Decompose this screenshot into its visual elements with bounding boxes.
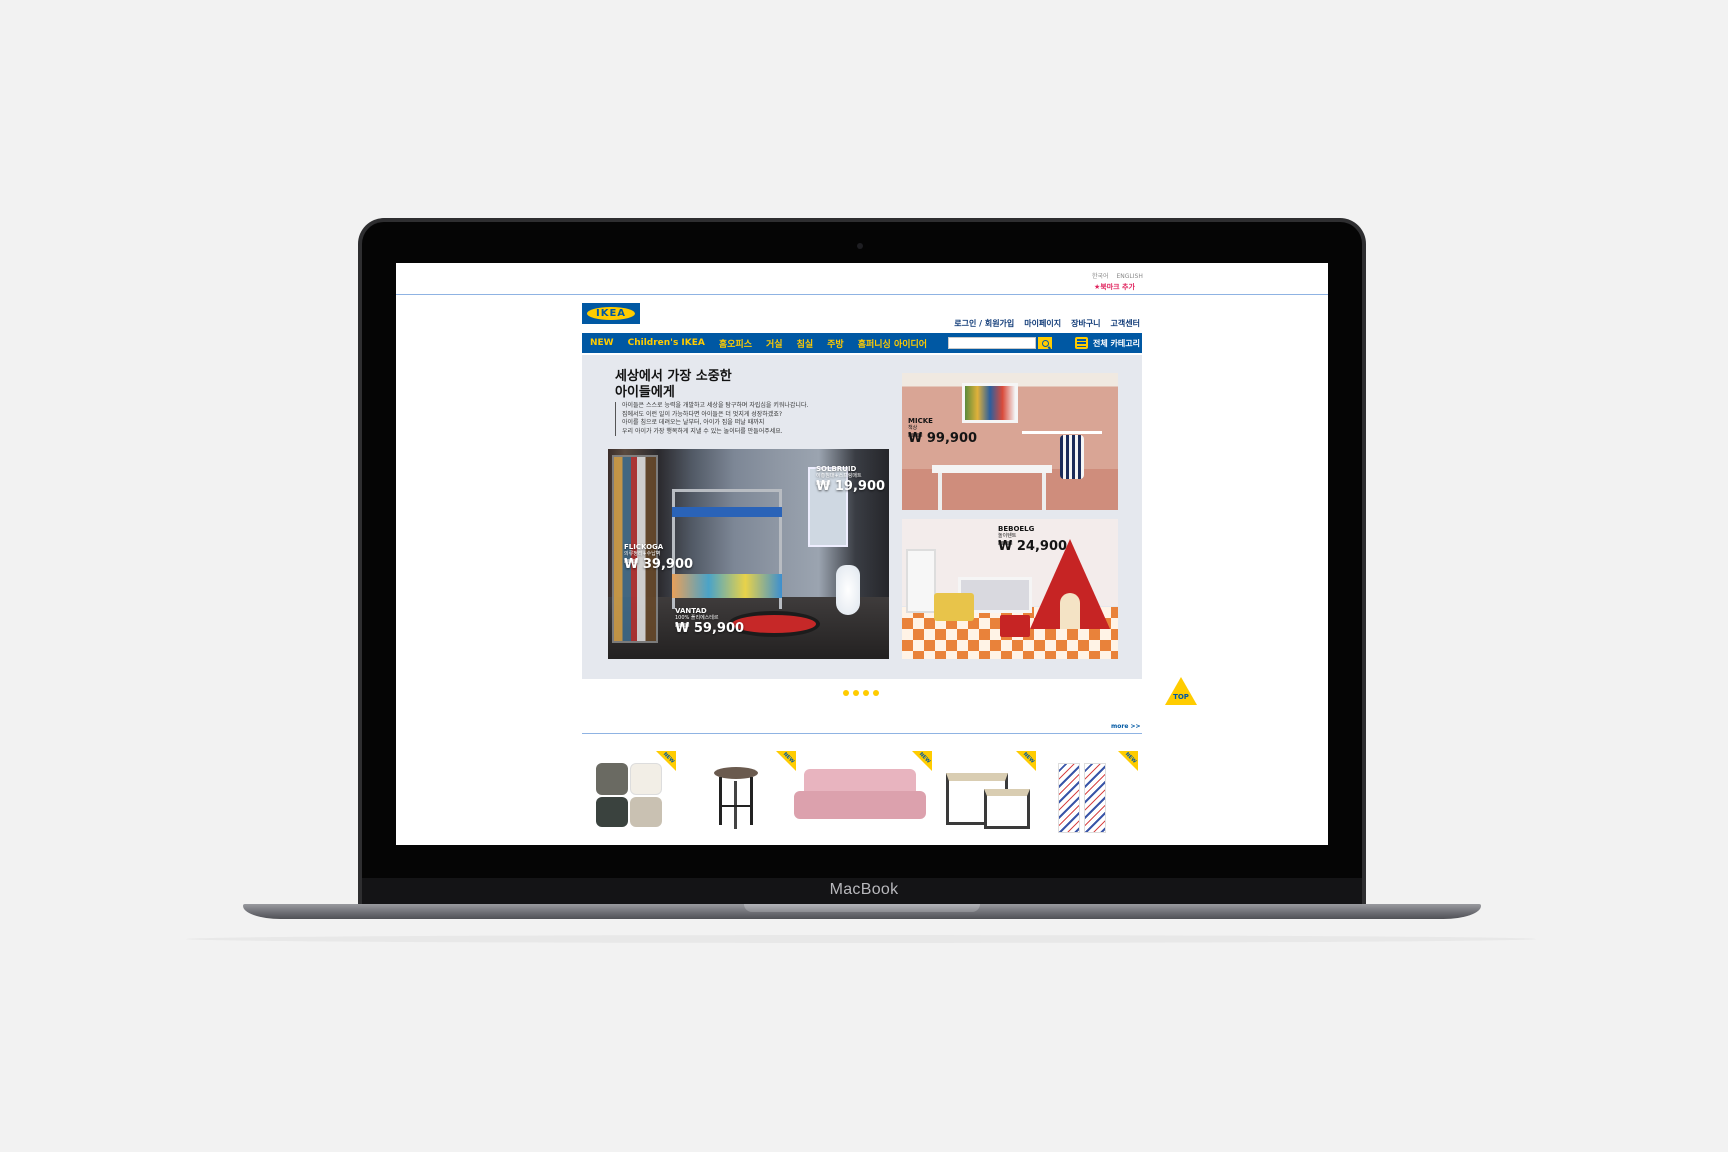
hero-banner: 세상에서 가장 소중한 아이들에게 아이들은 스스로 능력을 개발하고 세상을 …: [582, 355, 1142, 679]
product-name: FLICKOGA: [624, 543, 664, 551]
hero-desc-line: 우리 아이가 가장 행복하게 지낼 수 있는 놀이터를 만들어주세요.: [622, 427, 783, 435]
logo-text: IKEA: [595, 308, 627, 319]
price-tag-micke[interactable]: MICKE 책상 ₩ 99,900: [908, 417, 977, 446]
carousel-dot[interactable]: [873, 690, 879, 696]
browser-screen: 한국어 ENGLISH ★북마크 추가 IKEA 로그인 / 회원가입 마이페이…: [396, 263, 1328, 845]
search-input[interactable]: [948, 337, 1036, 349]
bookmark-link[interactable]: ★북마크 추가: [1094, 282, 1135, 292]
product-card-curtains[interactable]: NEW: [1056, 751, 1138, 843]
main-nav: NEW Children's IKEA 홈오피스 거실 침실 주방 홈퍼니싱 아…: [582, 333, 1142, 353]
product-price: ₩ 59,900: [675, 621, 745, 636]
carousel-dots: [843, 690, 879, 696]
step-stool: [1000, 615, 1030, 637]
price-tag-solbruid[interactable]: SOLBRUID 이층침대+스프링매트 ₩ 19,900: [816, 465, 885, 494]
product-name: VANTAD: [675, 607, 707, 615]
hanging-bag: [1060, 435, 1084, 479]
product-price: ₩ 39,900: [624, 557, 694, 572]
hero-title-line2: 아이들에게: [615, 385, 675, 400]
tent-room-photo[interactable]: BEBOELG 놀이텐트 ₩ 24,900: [902, 519, 1118, 659]
search-button[interactable]: [1038, 337, 1052, 349]
hero-title: 세상에서 가장 소중한 아이들에게: [615, 369, 732, 401]
product-card-bar-stool[interactable]: NEW: [702, 751, 796, 843]
product-card-sofa[interactable]: NEW: [790, 751, 932, 843]
stool-ring: [720, 805, 752, 807]
nav-item-bedroom[interactable]: 침실: [797, 337, 814, 350]
hero-desc-line: 아이들은 스스로 능력을 개발하고 세상을 탐구하며 자립심을 키워나갑니다.: [622, 402, 809, 409]
camera-icon: [857, 243, 863, 249]
product-name: SOLBRUID: [816, 465, 857, 473]
curtains-image: [1058, 763, 1080, 833]
price-tag-vantad[interactable]: VANTAD 100% 폴리에스테르 ₩ 59,900: [675, 607, 744, 636]
toy-chest: [934, 593, 974, 621]
product-price: ₩ 19,900: [816, 479, 886, 494]
hero-description: 아이들은 스스로 능력을 개발하고 세상을 탐구하며 자립심을 키워나갑니다. …: [615, 402, 808, 436]
sofa-seat: [794, 791, 926, 819]
product-price: ₩ 99,900: [908, 431, 978, 446]
desk-top: [932, 465, 1052, 473]
back-to-top-button[interactable]: TOP: [1165, 677, 1197, 705]
hero-title-line1: 세상에서 가장 소중한: [615, 369, 732, 384]
tent-door: [1060, 593, 1080, 629]
mypage-link[interactable]: 마이페이지: [1024, 318, 1061, 329]
products-divider: [582, 733, 1142, 734]
laptop-notch: [744, 904, 980, 912]
small-table: [984, 789, 1030, 829]
nav-item-living-room[interactable]: 거실: [766, 337, 783, 350]
user-nav: 로그인 / 회원가입 마이페이지 장바구니 고객센터: [954, 318, 1140, 329]
cart-link[interactable]: 장바구니: [1071, 318, 1100, 329]
login-link[interactable]: 로그인 / 회원가입: [954, 318, 1014, 329]
product-card-nesting-tables[interactable]: NEW: [936, 751, 1036, 843]
all-categories-link[interactable]: 전체 카테고리: [1093, 338, 1140, 349]
product-price: ₩ 24,900: [998, 539, 1068, 554]
more-link[interactable]: more >>: [1111, 723, 1141, 730]
carousel-dot[interactable]: [843, 690, 849, 696]
lang-korean-link[interactable]: 한국어: [1092, 273, 1109, 280]
bunk-bed-bottom: [672, 574, 782, 598]
stool-leg: [719, 777, 722, 825]
desk-room-photo[interactable]: MICKE 책상 ₩ 99,900: [902, 373, 1118, 510]
hero-desc-line: 집에서도 이런 일이 가능하다면 아이들은 더 멋지게 성장하겠죠?: [622, 410, 783, 418]
nav-item-home-office[interactable]: 홈오피스: [719, 337, 752, 350]
customer-center-link[interactable]: 고객센터: [1111, 318, 1140, 329]
carousel-dot[interactable]: [863, 690, 869, 696]
storage-unit: [906, 549, 936, 613]
floor-lamp: [836, 565, 860, 615]
nav-item-new[interactable]: NEW: [590, 338, 614, 348]
laptop-brand-label: MacBook: [829, 881, 899, 898]
cushion-set-image: [596, 763, 662, 827]
list-icon[interactable]: [1075, 337, 1088, 349]
header-divider: [396, 294, 1328, 295]
stool-leg: [750, 777, 753, 825]
nav-item-ideas[interactable]: 홈퍼니싱 아이디어: [858, 337, 927, 350]
back-to-top-label: TOP: [1173, 693, 1189, 701]
wall-rail: [1022, 431, 1102, 434]
carousel-dot[interactable]: [853, 690, 859, 696]
curtain-panel: [1084, 763, 1106, 833]
product-name: MICKE: [908, 417, 933, 425]
bunk-bed-top: [672, 507, 782, 517]
nav-item-kitchen[interactable]: 주방: [827, 337, 844, 350]
nav-item-childrens[interactable]: Children's IKEA: [628, 338, 705, 348]
laptop-shadow: [186, 935, 1536, 943]
price-tag-beboelg[interactable]: BEBOELG 놀이텐트 ₩ 24,900: [998, 525, 1067, 554]
price-tag-flickoga[interactable]: FLICKOGA 의류정리+수납벽 ₩ 39,900: [624, 543, 693, 572]
product-card-cushions[interactable]: NEW: [582, 751, 676, 843]
ikea-logo[interactable]: IKEA: [582, 303, 640, 324]
hero-desc-line: 아이를 침으로 데려오는 날부터, 아이가 집을 떠날 때까지: [622, 419, 765, 426]
desk-legs: [938, 473, 1046, 510]
language-switch: 한국어 ENGLISH: [1092, 271, 1149, 280]
lang-english-link[interactable]: ENGLISH: [1116, 273, 1142, 280]
bunk-bed-room-photo[interactable]: SOLBRUID 이층침대+스프링매트 ₩ 19,900 FLICKOGA 의류…: [608, 449, 889, 659]
search-icon: [1041, 339, 1049, 347]
product-name: BEBOELG: [998, 525, 1035, 533]
